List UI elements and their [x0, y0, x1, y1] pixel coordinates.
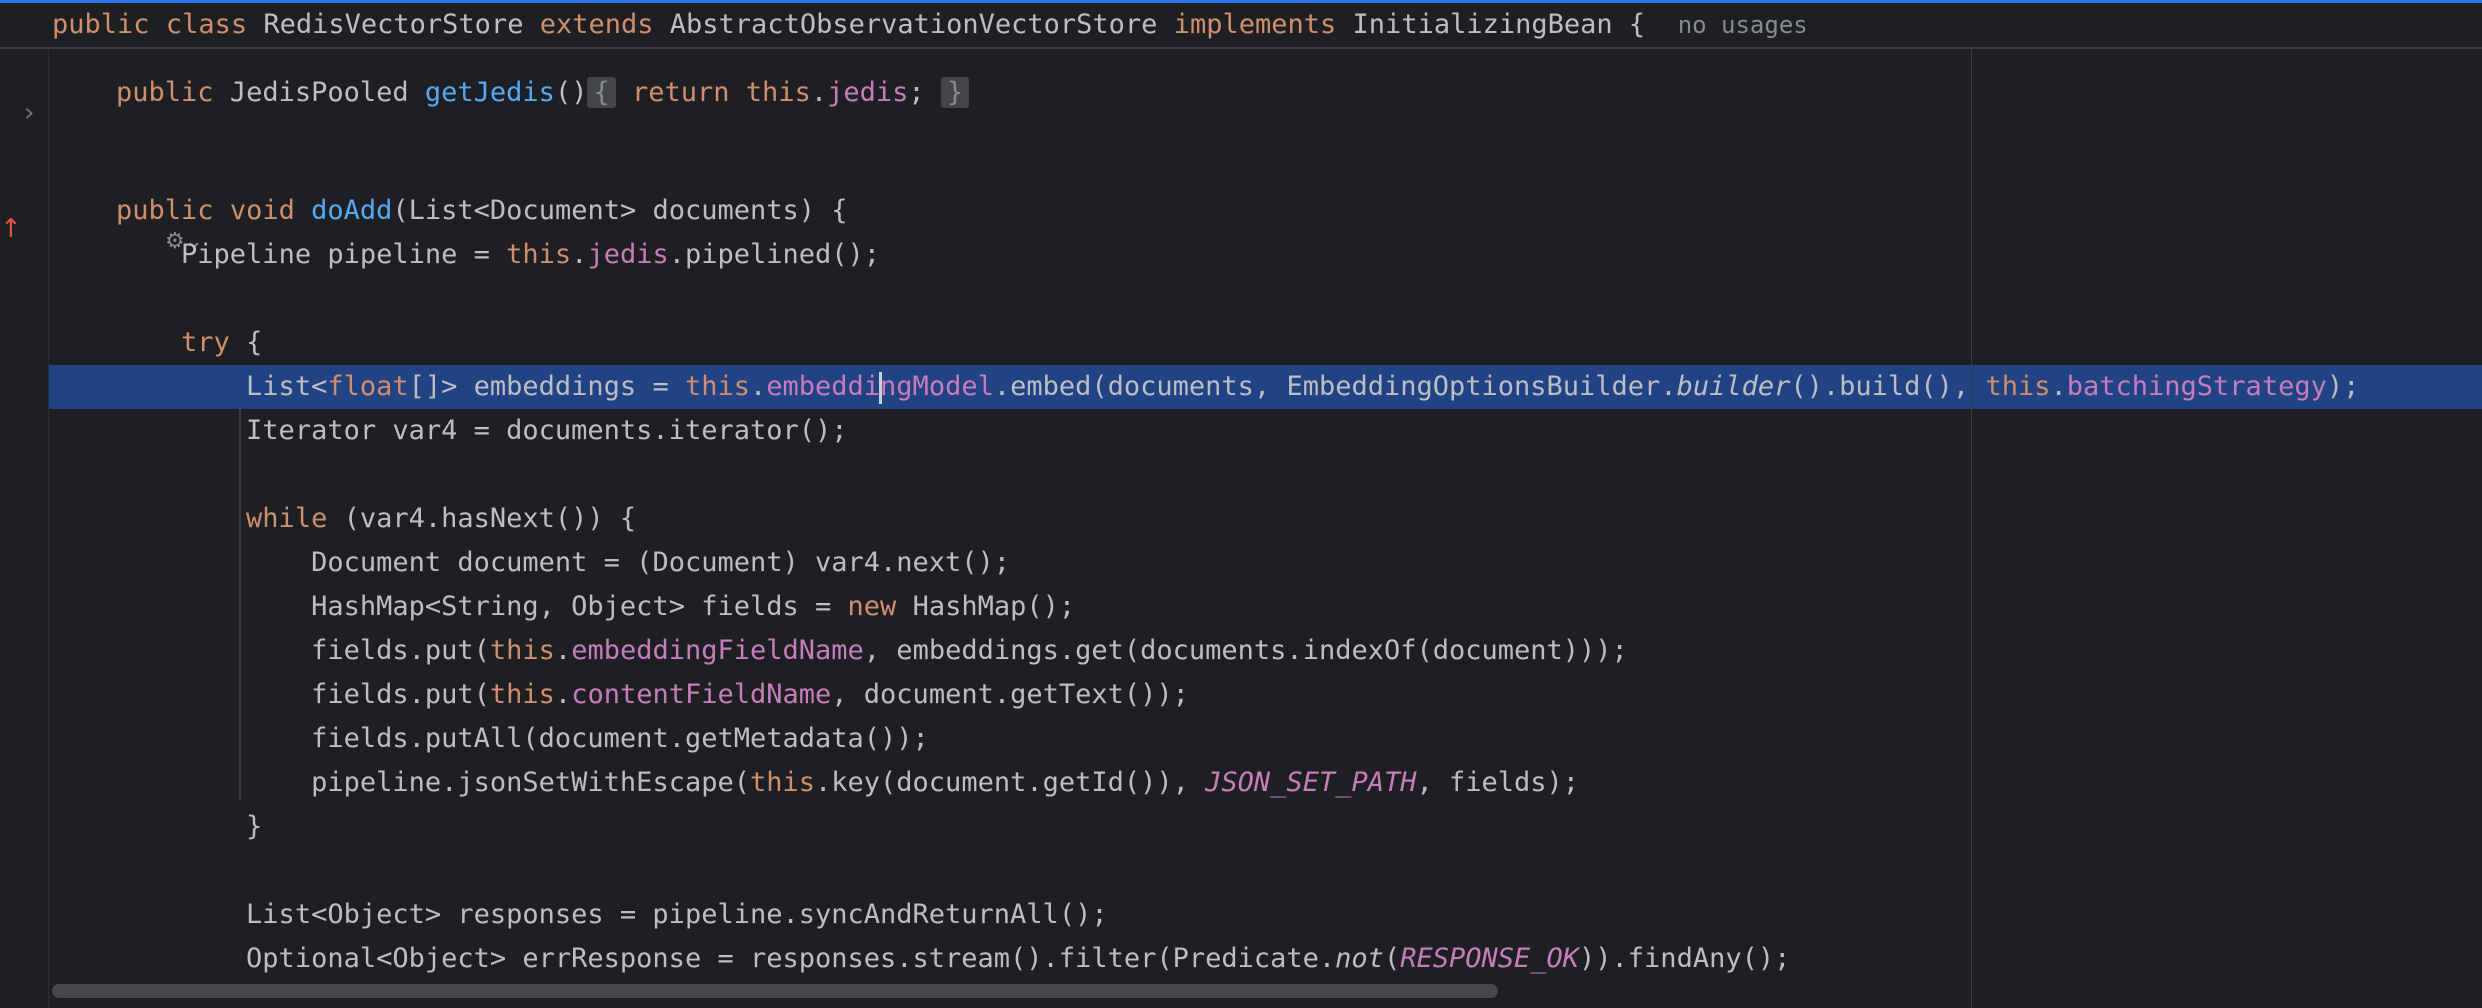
dot: . — [571, 239, 588, 270]
close-brace: } — [246, 811, 263, 842]
code-text: .key(document.getId()), — [815, 767, 1206, 798]
sticky-class-header[interactable]: public class RedisVectorStore extends Ab… — [0, 3, 2482, 49]
semicolon: ; — [908, 77, 925, 108]
code-line[interactable]: Pipeline pipeline = this.jedis.pipelined… — [49, 233, 2482, 277]
keyword-this: this — [1985, 371, 2051, 402]
code-text: .pipelined(); — [668, 239, 881, 270]
code-text: ); — [2326, 371, 2360, 402]
code-line[interactable]: HashMap<String, Object> fields = new Has… — [49, 585, 2482, 629]
code-text: HashMap(); — [912, 591, 1076, 622]
interface-name[interactable]: InitializingBean — [1353, 9, 1613, 40]
code-text: fields.putAll(document.getMetadata()); — [311, 723, 929, 754]
dot: . — [554, 679, 572, 710]
field-embedding-model-part2[interactable]: ngModel — [880, 371, 994, 402]
code-text: pipeline.jsonSetWithEscape( — [311, 767, 750, 798]
keyword-this: this — [506, 239, 572, 270]
horizontal-scrollbar[interactable] — [52, 984, 1498, 998]
keyword-this: this — [489, 635, 555, 666]
method-name[interactable]: getJedis — [425, 77, 555, 108]
dot: . — [749, 371, 767, 402]
dot: . — [2050, 371, 2067, 402]
code-text: , document.getText()); — [831, 679, 1189, 710]
code-line[interactable]: fields.putAll(document.getMetadata()); — [49, 717, 2482, 761]
keyword-while: while — [246, 503, 328, 534]
keyword-return: return — [631, 77, 730, 108]
code-line[interactable]: fields.put(this.embeddingFieldName, embe… — [49, 629, 2482, 673]
code-line[interactable]: fields.put(this.contentFieldName, docume… — [49, 673, 2482, 717]
chevron-right-icon[interactable]: › — [24, 98, 44, 128]
keyword-this: this — [489, 679, 555, 710]
code-line[interactable]: try { — [49, 321, 2482, 365]
code-text: fields.put( — [311, 679, 490, 710]
code-line[interactable]: Optional<Object> errResponse = responses… — [49, 937, 2482, 981]
constant-response-ok[interactable]: RESPONSE_OK — [1400, 943, 1579, 974]
method-name[interactable]: doAdd — [311, 195, 392, 226]
field-jedis[interactable]: jedis — [827, 77, 908, 108]
keyword-this: this — [745, 77, 811, 108]
superclass-name[interactable]: AbstractObservationVectorStore — [670, 9, 1158, 40]
code-text: []> embeddings = — [408, 371, 685, 402]
keyword-public: public — [52, 9, 150, 40]
field-content-field-name[interactable]: contentFieldName — [571, 679, 831, 710]
keyword-implements: implements — [1173, 9, 1337, 40]
code-text: ( — [1383, 943, 1401, 974]
code-text: Document document = (Document) var4.next… — [311, 547, 1011, 578]
keyword-this: this — [749, 767, 816, 798]
method-params: (List<Document> documents) { — [392, 195, 848, 226]
field-batching-strategy[interactable]: batchingStrategy — [2067, 371, 2327, 402]
open-brace: { — [1628, 9, 1646, 40]
keyword-public: public — [116, 77, 214, 108]
code-text: Iterator var4 = documents.iterator(); — [246, 415, 848, 446]
code-text: (var4.hasNext()) { — [343, 503, 637, 534]
field-embedding-field-name[interactable]: embeddingFieldName — [571, 635, 864, 666]
parens: () — [554, 77, 588, 108]
constant-json-set-path[interactable]: JSON_SET_PATH — [1205, 767, 1416, 798]
field-jedis[interactable]: jedis — [587, 239, 668, 270]
keyword-void: void — [229, 195, 295, 226]
code-text: List< — [246, 371, 328, 402]
code-text: List<Object> responses = pipeline.syncAn… — [246, 899, 1108, 930]
code-text: HashMap<String, Object> fields = — [311, 591, 848, 622]
code-line[interactable]: public JedisPooled getJedis(){ return th… — [49, 71, 2482, 115]
code-text: Optional<Object> errResponse = responses… — [246, 943, 1336, 974]
code-text: , fields); — [1416, 767, 1580, 798]
keyword-public: public — [116, 195, 214, 226]
folded-region-close[interactable]: } — [940, 77, 970, 108]
editor-gutter[interactable] — [0, 49, 48, 1008]
keyword-try: try — [181, 327, 230, 358]
right-margin-guide — [1971, 49, 1972, 1008]
usages-hint[interactable]: no usages — [1678, 11, 1808, 39]
code-line[interactable]: public void doAdd(List<Document> documen… — [49, 189, 2482, 233]
code-text: .embed(documents, EmbeddingOptionsBuilde… — [993, 371, 1677, 402]
folded-region-open[interactable]: { — [587, 77, 616, 108]
static-method-not[interactable]: not — [1335, 943, 1384, 974]
keyword-float: float — [327, 371, 409, 402]
code-text: fields.put( — [311, 635, 490, 666]
code-line[interactable]: while (var4.hasNext()) { — [49, 497, 2482, 541]
type-name: JedisPooled — [229, 77, 409, 108]
keyword-extends: extends — [539, 9, 654, 40]
dot: . — [554, 635, 572, 666]
code-text: , embeddings.get(documents.indexOf(docum… — [863, 635, 1628, 666]
code-line[interactable]: List<Object> responses = pipeline.syncAn… — [49, 893, 2482, 937]
keyword-this: this — [684, 371, 750, 402]
code-text: ().build(), — [1790, 371, 1986, 402]
code-line[interactable]: Document document = (Document) var4.next… — [49, 541, 2482, 585]
code-line[interactable]: } — [49, 805, 2482, 849]
code-text: Pipeline pipeline = — [181, 239, 507, 270]
code-line[interactable]: Iterator var4 = documents.iterator(); — [49, 409, 2482, 453]
static-method-builder[interactable]: builder — [1677, 371, 1791, 402]
code-text: )).findAny(); — [1579, 943, 1791, 974]
code-editor[interactable]: public JedisPooled getJedis(){ return th… — [49, 49, 2482, 1008]
current-code-line[interactable]: List<float[]> embeddings = this.embeddin… — [49, 365, 2482, 409]
override-marker-icon[interactable]: ↑ — [0, 214, 22, 244]
keyword-new: new — [847, 591, 897, 622]
code-line[interactable]: pipeline.jsonSetWithEscape(this.key(docu… — [49, 761, 2482, 805]
open-brace: { — [246, 327, 263, 358]
class-name[interactable]: RedisVectorStore — [263, 9, 523, 40]
dot: . — [810, 77, 828, 108]
keyword-class: class — [165, 9, 248, 40]
field-embedding-model-part1[interactable]: embeddi — [766, 371, 880, 402]
